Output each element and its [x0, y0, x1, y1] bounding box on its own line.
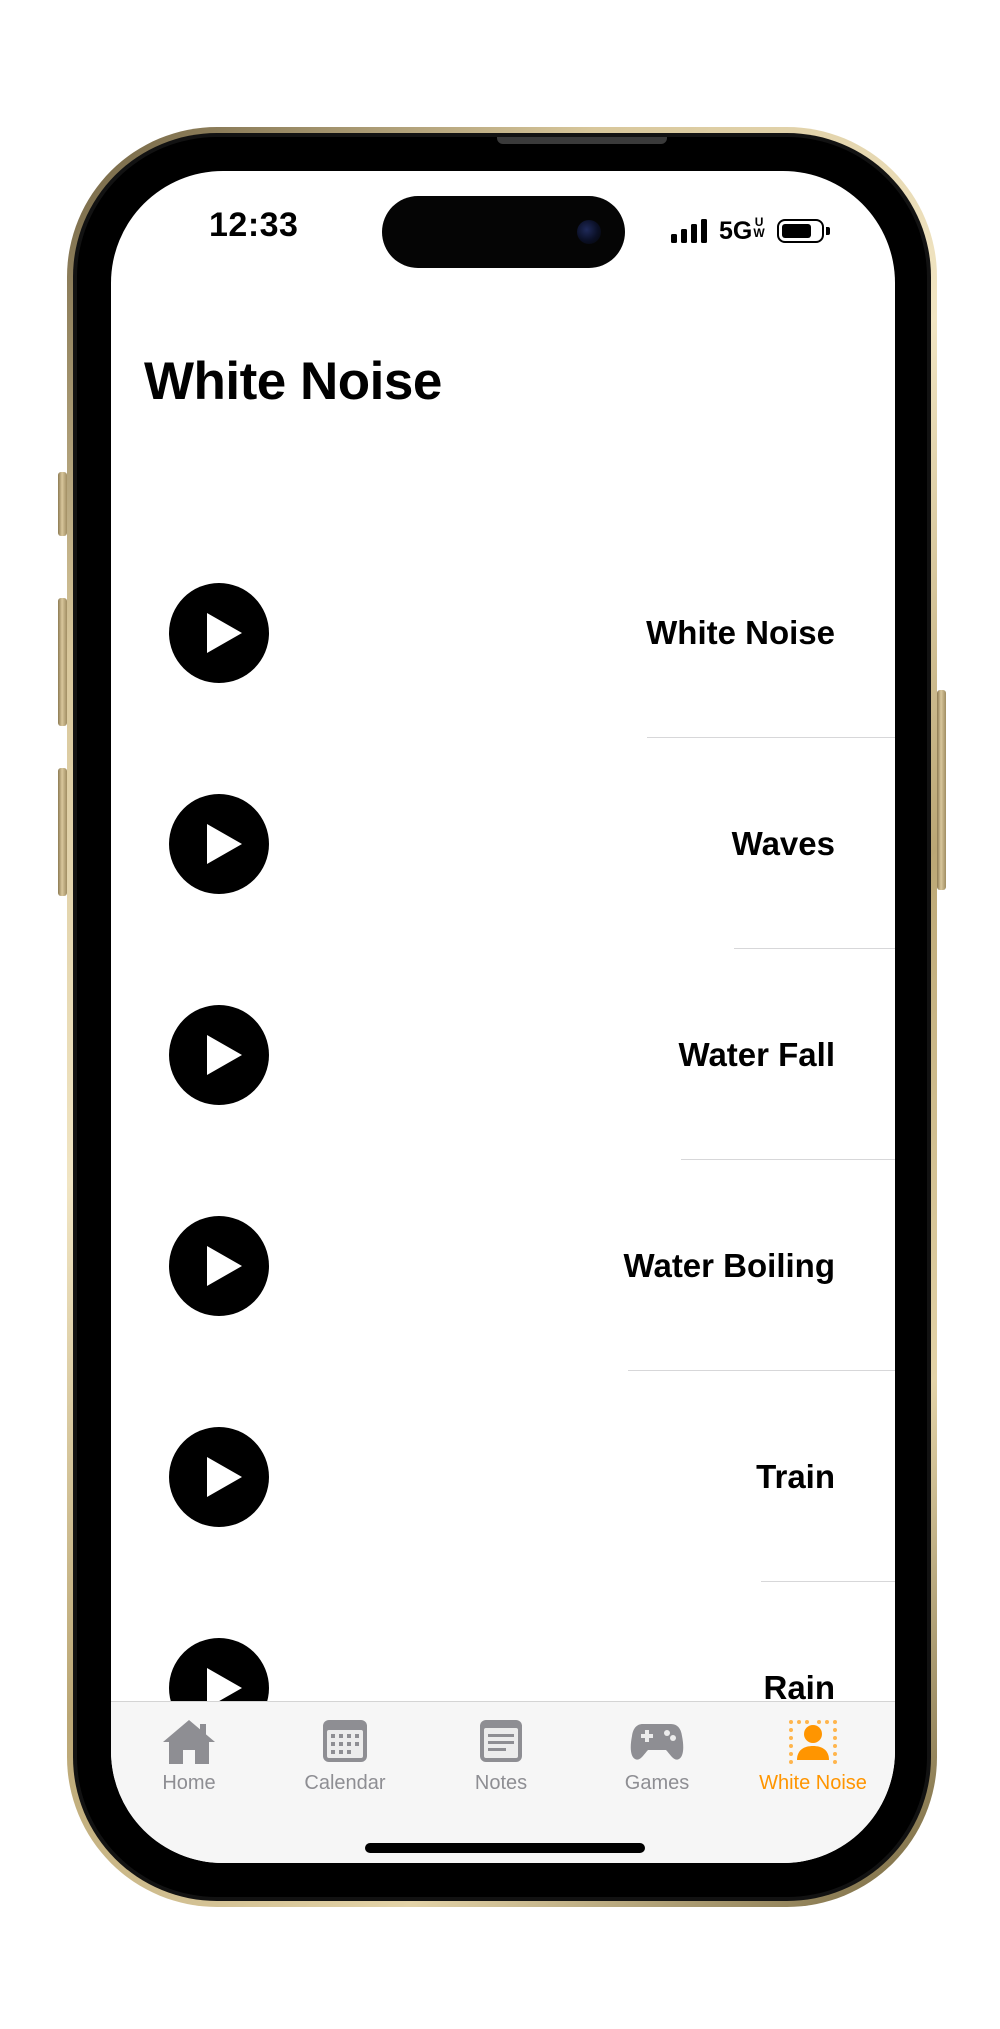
dynamic-island — [382, 196, 625, 268]
house-icon — [163, 1720, 215, 1764]
person-dotted-icon — [789, 1720, 837, 1764]
sound-label: Water Fall — [678, 1036, 835, 1073]
calendar-icon — [323, 1720, 367, 1762]
play-icon — [207, 1246, 242, 1286]
tab-notes[interactable]: Notes — [423, 1702, 579, 1810]
tab-label: Games — [624, 1772, 690, 1794]
tab-bar: Home Calendar Notes Games White Noise — [111, 1701, 895, 1863]
cellular-signal-icon — [671, 219, 707, 243]
power-button — [937, 690, 946, 890]
sound-label: Water Boiling — [623, 1247, 835, 1284]
sound-list: White Noise Waves Water Fall Water Boili… — [111, 527, 895, 1793]
volume-down-button — [58, 768, 67, 896]
play-button[interactable] — [169, 583, 269, 683]
play-button[interactable] — [169, 794, 269, 894]
play-button[interactable] — [169, 1005, 269, 1105]
sound-row-waves: Waves — [111, 738, 895, 949]
tab-calendar[interactable]: Calendar — [267, 1702, 423, 1810]
tab-label: White Noise — [759, 1772, 867, 1794]
play-icon — [207, 613, 242, 653]
sound-row-white-noise: White Noise — [111, 527, 895, 738]
network-type-label: 5G U W — [719, 214, 765, 245]
sound-row-water-boiling: Water Boiling — [111, 1160, 895, 1371]
status-time: 12:33 — [209, 206, 299, 244]
notes-icon — [480, 1720, 522, 1762]
tab-label: Home — [162, 1772, 216, 1794]
gamecontroller-icon — [630, 1724, 684, 1760]
app-screen: 12:33 5G U W White Noise White Noise Waves… — [111, 171, 895, 1863]
play-icon — [207, 1035, 242, 1075]
status-indicators: 5G U W — [671, 214, 830, 246]
action-button — [58, 472, 67, 536]
play-icon — [207, 824, 242, 864]
play-button[interactable] — [169, 1427, 269, 1527]
tab-home[interactable]: Home — [111, 1702, 267, 1810]
tab-white-noise[interactable]: White Noise — [735, 1702, 891, 1810]
sound-label: Waves — [731, 825, 835, 862]
volume-up-button — [58, 598, 67, 726]
play-icon — [207, 1457, 242, 1497]
page-title: White Noise — [144, 352, 442, 411]
tab-label: Notes — [474, 1772, 528, 1794]
sound-label: Train — [756, 1458, 835, 1495]
home-indicator[interactable] — [365, 1843, 645, 1853]
sound-row-water-fall: Water Fall — [111, 949, 895, 1160]
tab-games[interactable]: Games — [579, 1702, 735, 1810]
sound-label: White Noise — [646, 614, 835, 651]
play-button[interactable] — [169, 1216, 269, 1316]
sound-row-train: Train — [111, 1371, 895, 1582]
earpiece-speaker — [497, 137, 667, 144]
front-camera-icon — [577, 220, 601, 244]
battery-icon — [776, 219, 830, 243]
tab-label: Calendar — [304, 1772, 386, 1794]
